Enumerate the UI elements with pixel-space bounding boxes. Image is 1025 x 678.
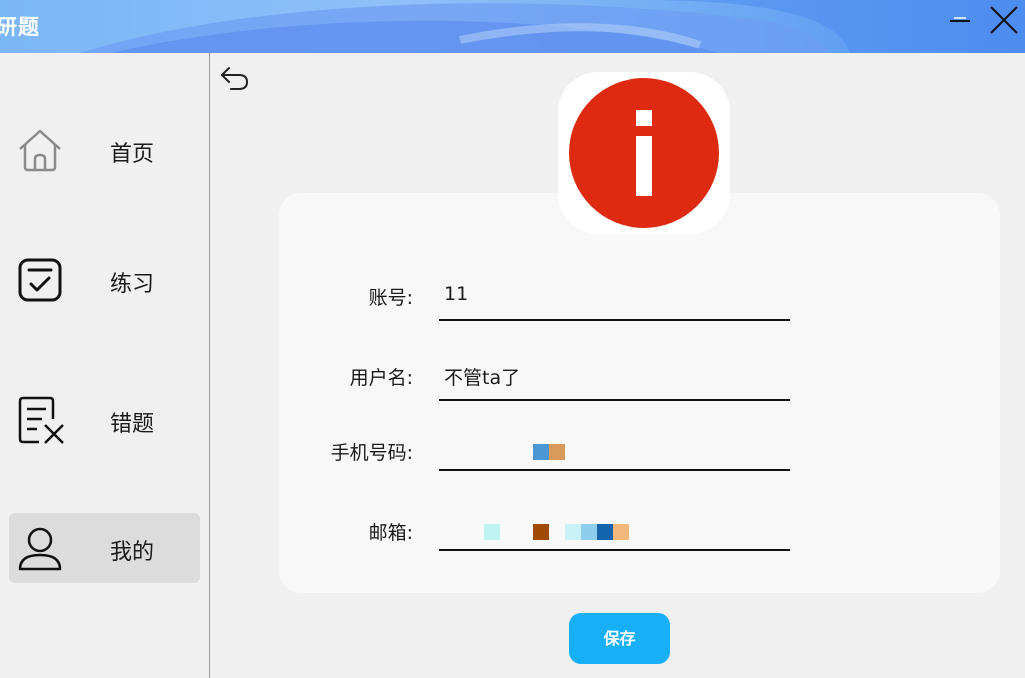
username-label: 用户名: xyxy=(349,367,413,389)
title-bar-wave-decoration xyxy=(80,0,1025,53)
phone-input[interactable] xyxy=(444,438,784,464)
redacted-pixel xyxy=(484,524,500,540)
email-input[interactable] xyxy=(444,518,784,544)
redacted-pixel xyxy=(613,524,629,540)
sidebar-item-wrong-questions[interactable]: 错题 xyxy=(9,385,200,455)
sidebar: 首页 练习 错题 我的 xyxy=(0,53,210,678)
sidebar-item-me[interactable]: 我的 xyxy=(9,513,200,583)
close-icon xyxy=(990,6,1018,34)
redacted-pixel xyxy=(597,524,613,540)
sidebar-item-practice[interactable]: 练习 xyxy=(9,245,200,315)
sidebar-item-label: 错题 xyxy=(110,412,155,437)
user-icon xyxy=(18,527,62,571)
sidebar-item-label: 首页 xyxy=(110,142,155,167)
back-button[interactable] xyxy=(219,64,251,94)
username-input[interactable]: 不管ta了 xyxy=(444,363,520,390)
title-bar: 研题 xyxy=(0,0,1025,53)
checklist-icon xyxy=(18,258,62,302)
redacted-pixel xyxy=(581,524,597,540)
back-arrow-icon xyxy=(221,67,249,90)
redacted-pixel xyxy=(565,524,581,540)
close-button[interactable] xyxy=(988,6,1018,36)
home-icon xyxy=(19,129,61,172)
avatar[interactable] xyxy=(558,72,730,234)
sidebar-item-label: 练习 xyxy=(110,272,155,297)
minimize-icon xyxy=(950,17,970,22)
save-button[interactable]: 保存 xyxy=(569,613,670,664)
info-icon xyxy=(569,78,719,228)
account-input[interactable]: 11 xyxy=(444,283,468,305)
wrong-list-icon xyxy=(18,396,64,444)
phone-underline xyxy=(439,469,790,471)
email-label: 邮箱: xyxy=(368,522,413,544)
app-title: 研题 xyxy=(0,15,40,39)
sidebar-item-home[interactable]: 首页 xyxy=(9,115,200,185)
sidebar-item-label: 我的 xyxy=(110,540,155,565)
phone-label: 手机号码: xyxy=(330,442,413,464)
email-underline xyxy=(439,549,790,551)
redacted-pixel xyxy=(533,444,549,460)
redacted-pixel xyxy=(549,444,565,460)
account-label: 账号: xyxy=(368,287,413,309)
account-underline xyxy=(439,319,790,321)
redacted-pixel xyxy=(533,524,549,540)
minimize-button[interactable] xyxy=(946,6,976,36)
username-underline xyxy=(439,399,790,401)
